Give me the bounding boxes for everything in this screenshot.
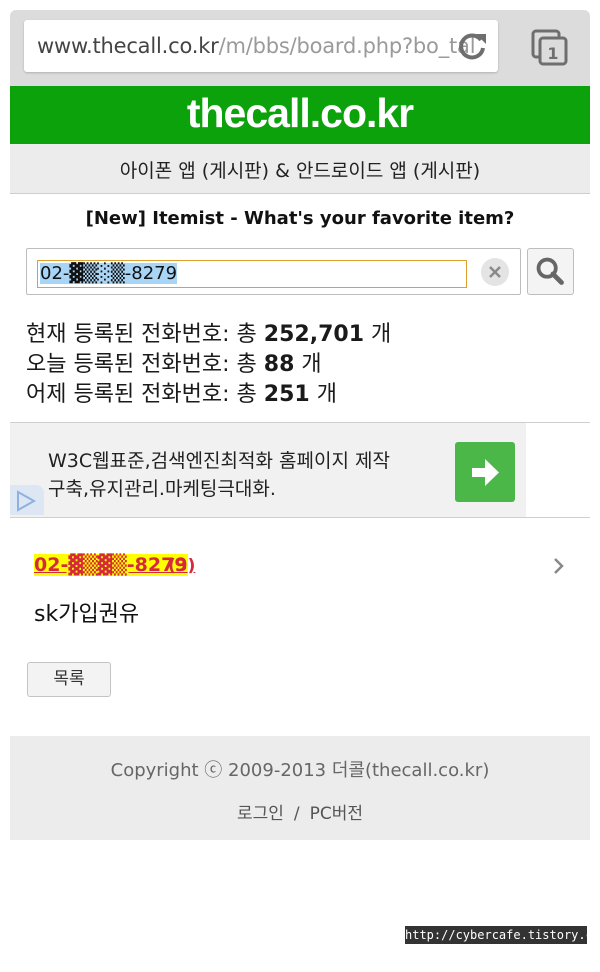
adchoices-icon[interactable] — [10, 485, 44, 515]
copyright: Copyright ⓒ 2009-2013 더콜(thecall.co.kr) — [110, 760, 490, 781]
app-links[interactable]: 아이폰 앱 (게시판) & 안드로이드 앱 (게시판) — [10, 156, 590, 183]
url-host: www.thecall.co.kr — [37, 34, 219, 58]
search-button[interactable] — [527, 248, 574, 295]
stat-today: 오늘 등록된 전화번호: 총 88 개 — [26, 352, 322, 377]
app-links-bar: 아이폰 앱 (게시판) & 안드로이드 앱 (게시판) — [10, 144, 590, 194]
ad-text: W3C웹표준,검색엔진최적화 홈페이지 제작 구축,유지관리.마케팅극대화. — [48, 450, 390, 500]
search-icon — [536, 257, 564, 285]
footer-links: 로그인 / PC버전 — [10, 799, 590, 824]
chevron-right-icon[interactable] — [550, 556, 568, 576]
tabs-icon[interactable]: 1 — [530, 28, 570, 68]
registration-stats: 현재 등록된 전화번호: 총 252,701 개 오늘 등록된 전화번호: 총 … — [26, 320, 391, 410]
stat-total: 현재 등록된 전화번호: 총 252,701 개 — [26, 322, 392, 347]
ad-content: W3C웹표준,검색엔진최적화 홈페이지 제작 구축,유지관리.마케팅극대화. — [10, 423, 526, 517]
site-header: thecall.co.kr — [10, 86, 590, 144]
search-input[interactable]: 02-▓▒░▒-8279 — [37, 260, 467, 288]
browser-toolbar: www.thecall.co.kr/m/bbs/board.php?bo_tal… — [10, 10, 590, 86]
arrow-right-icon — [472, 459, 499, 486]
ad-arrow-button[interactable] — [455, 442, 515, 502]
list-button[interactable]: 목록 — [27, 662, 111, 697]
pc-version-link[interactable]: PC버전 — [310, 804, 363, 824]
url-path: /m/bbs/board.php?bo_tal — [218, 34, 476, 58]
entry-title: sk가입권유 — [34, 602, 140, 627]
entry-comment-count[interactable]: (3) — [168, 556, 195, 576]
clear-icon[interactable] — [481, 258, 509, 286]
reload-icon[interactable] — [456, 30, 488, 62]
search-box: 02-▓▒░▒-8279 — [26, 248, 521, 295]
stat-yesterday: 어제 등록된 전화번호: 총 251 개 — [26, 382, 337, 407]
footer: Copyright ⓒ 2009-2013 더콜(thecall.co.kr) … — [10, 736, 590, 840]
notice-link[interactable]: [New] Itemist - What's your favorite ite… — [10, 208, 590, 229]
login-link[interactable]: 로그인 — [237, 804, 284, 824]
address-bar[interactable]: www.thecall.co.kr/m/bbs/board.php?bo_tal — [24, 20, 498, 72]
watermark: http://cybercafe.tistory.com — [405, 926, 600, 944]
search-input-value: 02-▓▒░▒-8279 — [40, 263, 178, 284]
phone-entry[interactable]: 02-▓▒▓▒-8279 (3) sk가입권유 — [10, 518, 590, 627]
footer-separator: / — [293, 804, 300, 824]
url-text: www.thecall.co.kr/m/bbs/board.php?bo_tal — [37, 34, 476, 58]
ad-banner[interactable]: W3C웹표준,검색엔진최적화 홈페이지 제작 구축,유지관리.마케팅극대화. — [10, 422, 590, 518]
site-logo[interactable]: thecall.co.kr — [10, 90, 590, 137]
tab-count: 1 — [547, 44, 558, 63]
entry-phone-number[interactable]: 02-▓▒▓▒-8279 — [34, 554, 188, 576]
